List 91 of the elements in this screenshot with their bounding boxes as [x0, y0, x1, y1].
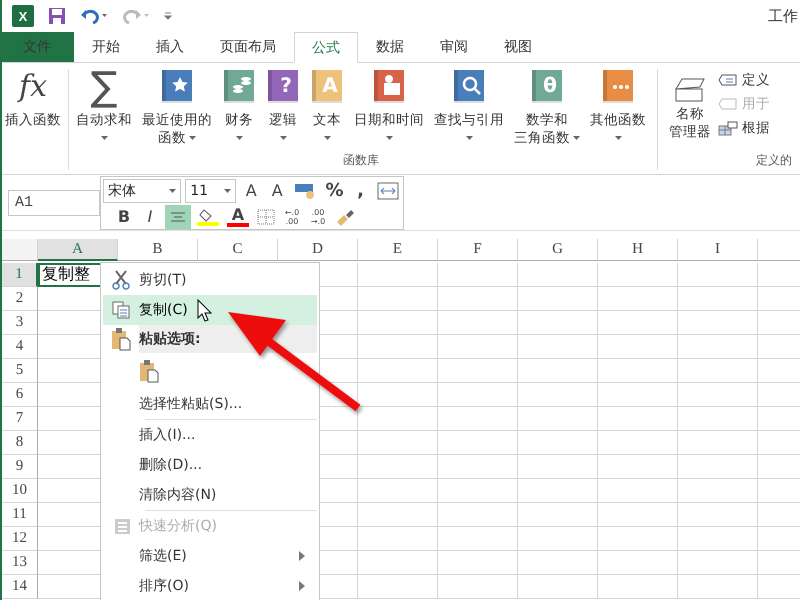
column-header[interactable]: F — [438, 239, 518, 261]
name-box[interactable]: A1 — [8, 190, 100, 216]
row-header[interactable]: 4 — [2, 335, 38, 359]
decimal-button[interactable]: .00 →.0 — [307, 205, 329, 229]
table-icon — [718, 120, 738, 136]
row-header[interactable]: 7 — [2, 407, 38, 431]
brush-icon — [335, 208, 355, 226]
ribbon-button[interactable]: 财务 — [219, 69, 259, 152]
caret-icon — [169, 189, 176, 193]
row-header[interactable]: 3 — [2, 311, 38, 335]
menu-item[interactable]: 插入(I)... — [103, 420, 317, 450]
row-header[interactable]: 2 — [2, 287, 38, 311]
ribbon-button[interactable]: 查找与引用 — [431, 69, 507, 152]
group-label: 函数库 — [343, 152, 379, 169]
clipboard-icon — [139, 359, 159, 383]
ribbon-tab[interactable]: 视图 — [486, 32, 550, 62]
ribbon-tab[interactable]: 插入 — [138, 32, 202, 62]
ribbon-button[interactable]: θ 数学和 三角函数 — [511, 69, 583, 152]
shrink-font-button[interactable]: A — [266, 179, 288, 203]
menu-heading: 粘贴选项: — [139, 330, 201, 348]
clipboard-icon — [111, 327, 131, 351]
function-icon: fx — [18, 69, 48, 105]
ribbon-button[interactable]: ∑ 自动求和 — [73, 69, 135, 152]
row-header[interactable]: 10 — [2, 479, 38, 503]
column-header[interactable]: D — [278, 239, 358, 261]
submenu-arrow-icon — [299, 581, 305, 591]
name-manager-button[interactable]: 名称 管理器 — [666, 69, 714, 152]
tag-icon — [718, 72, 738, 88]
book-glyph: A — [321, 73, 339, 97]
column-header[interactable]: B — [118, 239, 198, 261]
ribbon-tab[interactable]: 审阅 — [422, 32, 486, 62]
ribbon-tab[interactable]: 页面布局 — [202, 32, 294, 62]
row-header[interactable]: 8 — [2, 431, 38, 455]
row-header[interactable]: 1 — [2, 263, 38, 287]
row-header[interactable]: 13 — [2, 551, 38, 575]
copy-icon — [112, 301, 130, 319]
row-header[interactable]: 14 — [2, 575, 38, 599]
undo-icon[interactable] — [80, 7, 108, 25]
menu-item[interactable]: 清除内容(N) — [103, 480, 317, 510]
caret-icon — [224, 189, 232, 193]
format-button[interactable]: % — [324, 179, 346, 203]
ribbon-button[interactable]: A 文本 — [307, 69, 347, 152]
column-header[interactable]: H — [598, 239, 678, 261]
save-icon[interactable] — [48, 7, 66, 25]
row-header[interactable]: 5 — [2, 359, 38, 383]
name-command[interactable]: 定义 — [718, 69, 770, 91]
format-button[interactable]: I — [139, 205, 161, 229]
column-header[interactable]: G — [518, 239, 598, 261]
grow-font-button[interactable]: A — [240, 179, 262, 203]
customize-icon[interactable] — [164, 11, 172, 21]
ribbon-button[interactable]: 日期和时间 — [351, 69, 427, 152]
font-select[interactable]: 宋体 — [103, 179, 182, 203]
ribbon-tab[interactable]: 数据 — [358, 32, 422, 62]
ribbon-button[interactable]: fx 插入函数 — [2, 69, 64, 152]
row-header[interactable]: 6 — [2, 383, 38, 407]
name-command[interactable]: 根据 — [718, 117, 770, 139]
ribbon-button[interactable]: 其他函数 — [587, 69, 649, 152]
window-title: 工作 — [768, 6, 798, 26]
book-glyph: ? — [279, 73, 293, 97]
menu-item[interactable]: 排序(O) — [103, 571, 317, 600]
menu-item[interactable]: 选择性粘贴(S)... — [103, 389, 317, 419]
ribbon-tab[interactable]: 开始 — [74, 32, 138, 62]
menu-item[interactable]: 删除(D)... — [103, 450, 317, 480]
column-header[interactable]: A — [38, 239, 118, 261]
group-label: 定义的 — [756, 152, 793, 169]
merge-icon — [377, 182, 400, 200]
row-header[interactable]: 11 — [2, 503, 38, 527]
center-align-button[interactable] — [165, 205, 191, 229]
paste-option[interactable] — [139, 359, 159, 383]
ribbon-button[interactable]: 最近使用的 函数 — [139, 69, 215, 152]
align-center-icon — [170, 211, 186, 223]
ribbon-button[interactable]: ? 逻辑 — [263, 69, 303, 152]
app-logo: X — [12, 5, 34, 27]
format-button[interactable]: , — [350, 179, 372, 203]
mouse-cursor — [198, 298, 212, 322]
submenu-arrow-icon — [299, 551, 305, 561]
decimal-button[interactable]: ←.0 .00 — [281, 205, 303, 229]
row-header[interactable]: 9 — [2, 455, 38, 479]
row-header[interactable]: 12 — [2, 527, 38, 551]
font-color-button[interactable]: A — [225, 205, 251, 229]
column-header[interactable]: C — [198, 239, 278, 261]
column-header[interactable]: I — [678, 239, 758, 261]
border-icon — [257, 209, 275, 225]
size-select[interactable]: 11 — [185, 179, 236, 203]
format-button[interactable]: B — [113, 205, 135, 229]
book-glyph: θ — [542, 73, 558, 97]
column-header[interactable]: E — [358, 239, 438, 261]
scissors-icon — [112, 270, 130, 290]
menu-item[interactable]: 筛选(E) — [103, 541, 317, 571]
tag-icon — [718, 96, 738, 112]
ribbon-tab[interactable]: 公式 — [294, 32, 358, 63]
